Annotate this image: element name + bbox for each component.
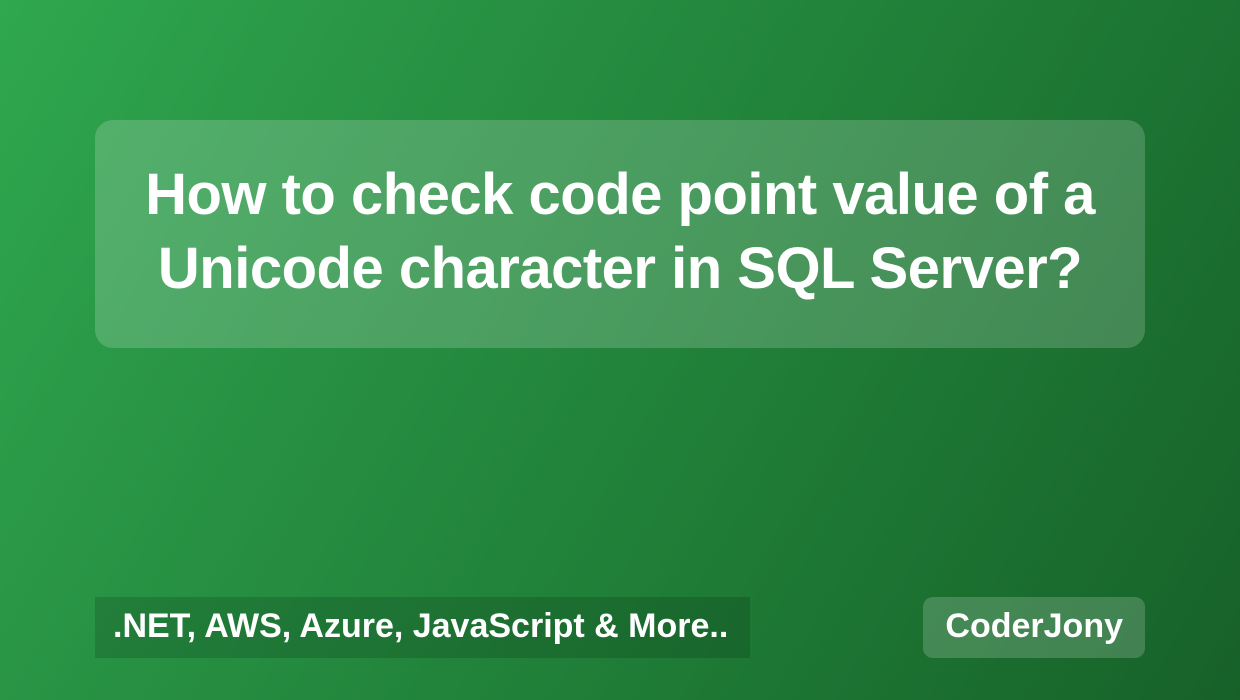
title-card: How to check code point value of a Unico… — [95, 120, 1145, 348]
tagline-badge: .NET, AWS, Azure, JavaScript & More.. — [95, 597, 750, 658]
page-title: How to check code point value of a Unico… — [125, 158, 1115, 306]
brand-badge: CoderJony — [923, 597, 1145, 658]
